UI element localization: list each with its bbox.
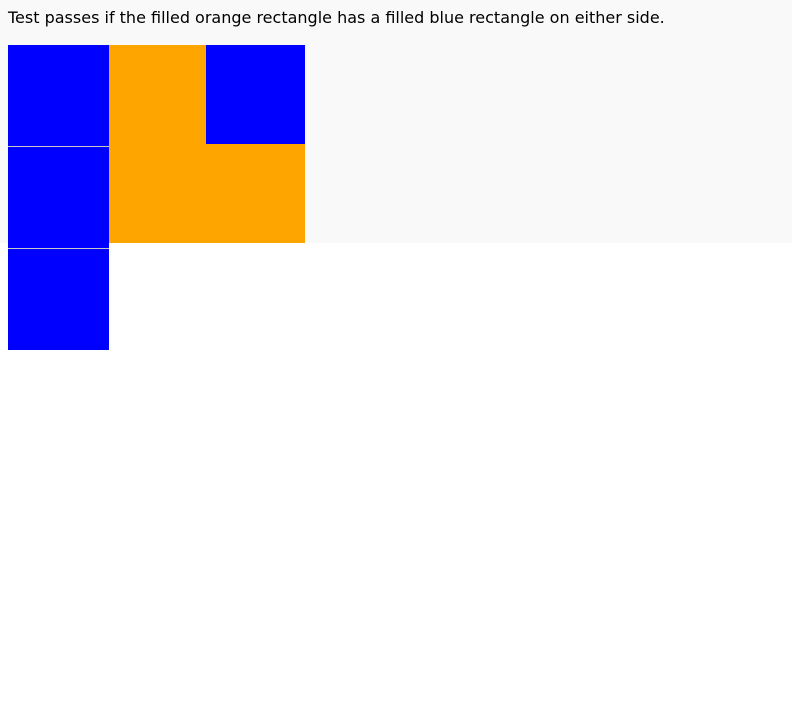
blue-rectangle-right bbox=[206, 45, 305, 144]
blue-rectangle-left-middle bbox=[8, 147, 109, 248]
test-instruction: Test passes if the filled orange rectang… bbox=[8, 8, 665, 27]
blue-rectangle-left-bottom bbox=[8, 249, 109, 350]
orange-rectangle-part bbox=[109, 45, 206, 243]
blue-rectangle-left-top bbox=[8, 45, 109, 146]
orange-rectangle-part bbox=[206, 144, 305, 243]
